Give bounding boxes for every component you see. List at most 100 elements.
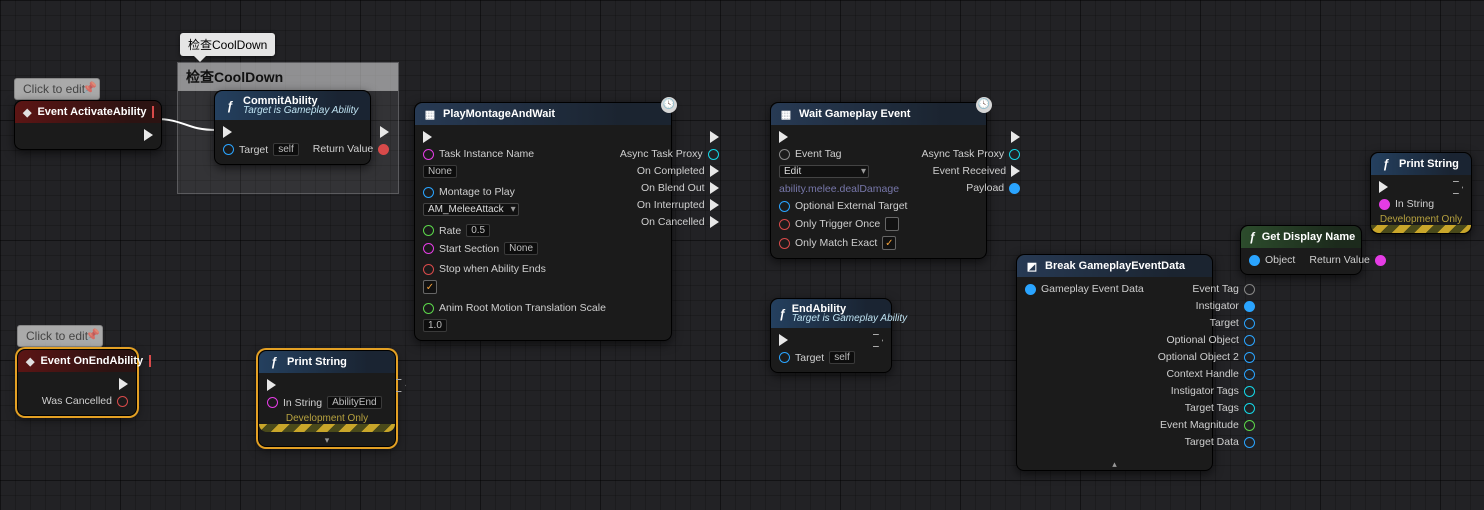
event-tag-dropdown[interactable]: Edit	[779, 165, 869, 178]
pin-event-tag[interactable]	[779, 149, 790, 160]
function-icon	[267, 355, 281, 369]
node-commit-ability[interactable]: CommitAbility Target is Gameplay Ability…	[214, 90, 371, 165]
exec-out[interactable]	[396, 379, 406, 392]
node-header: ▦ PlayMontageAndWait	[415, 103, 671, 125]
function-icon	[1249, 230, 1256, 244]
node-print-string-1[interactable]: Print String In String AbilityEnd Develo…	[258, 350, 396, 447]
exec-in[interactable]	[1379, 181, 1388, 193]
exec-in[interactable]	[267, 379, 276, 391]
pin-in-string[interactable]	[1379, 199, 1390, 210]
node-header: ◆ Event OnEndAbility	[18, 350, 136, 372]
collapse-chevron-icon[interactable]: ▴	[1017, 459, 1212, 470]
exec-out[interactable]	[119, 378, 128, 390]
latent-icon: ▦	[779, 107, 793, 121]
node-end-ability[interactable]: EndAbility Target is Gameplay Ability Ta…	[770, 298, 892, 373]
pin-optional-object-2[interactable]	[1244, 352, 1255, 363]
node-subtitle: Target is Gameplay Ability	[243, 105, 358, 116]
exec-out[interactable]	[1011, 131, 1020, 143]
exec-in[interactable]	[223, 126, 232, 138]
pin-payload[interactable]	[1009, 183, 1020, 194]
node-header: ◆ Event ActivateAbility	[15, 101, 161, 123]
match-exact-checkbox[interactable]: ✓	[882, 236, 896, 250]
exec-out[interactable]	[144, 129, 153, 141]
pin-was-cancelled[interactable]	[117, 396, 128, 407]
function-icon	[223, 99, 237, 113]
exec-on-cancelled[interactable]	[710, 216, 719, 228]
comment-hint-top[interactable]: Click to edit 📌	[14, 78, 100, 100]
pin-target[interactable]	[779, 352, 790, 363]
pin-instigator-tags[interactable]	[1244, 386, 1255, 397]
event-icon: ◆	[23, 105, 31, 119]
pin-optional-object[interactable]	[1244, 335, 1255, 346]
pin-target[interactable]	[223, 144, 234, 155]
pin-optional-external[interactable]	[779, 201, 790, 212]
exec-out[interactable]	[1453, 181, 1463, 194]
pin-in-string[interactable]	[267, 397, 278, 408]
montage-asset-dropdown[interactable]: AM_MeleeAttack	[423, 203, 519, 216]
pin-rate[interactable]	[423, 225, 434, 236]
pin-trigger-once[interactable]	[779, 219, 790, 230]
blueprint-graph[interactable]: { "comments": { "cooldown_bubble": "检查Co…	[0, 0, 1484, 510]
expand-chevron-icon[interactable]: ▾	[259, 435, 395, 446]
pin-object[interactable]	[1249, 255, 1260, 266]
stop-on-end-checkbox[interactable]: ✓	[423, 280, 437, 294]
pin-start-section[interactable]	[423, 243, 434, 254]
node-get-display-name[interactable]: Get Display Name Object Return Value	[1240, 225, 1362, 275]
pin-instigator[interactable]	[1244, 301, 1255, 312]
pin-async-proxy[interactable]	[708, 149, 719, 160]
node-title: Get Display Name	[1262, 231, 1356, 243]
break-icon: ◩	[1025, 259, 1039, 273]
comment-hint-bottom[interactable]: Click to edit 📌	[17, 325, 103, 347]
exec-on-completed[interactable]	[710, 165, 719, 177]
node-event-on-end-ability[interactable]: ◆ Event OnEndAbility Was Cancelled	[17, 349, 137, 416]
pin-stop-on-end[interactable]	[423, 264, 434, 275]
node-play-montage-and-wait[interactable]: 🕓 ▦ PlayMontageAndWait Task Instance Nam…	[414, 102, 672, 341]
function-icon	[1379, 157, 1393, 171]
node-title: Event OnEndAbility	[40, 355, 143, 367]
pin-target-tags[interactable]	[1244, 403, 1255, 414]
pin-icon: 📌	[85, 328, 100, 342]
pin-event-magnitude[interactable]	[1244, 420, 1255, 431]
node-header: CommitAbility Target is Gameplay Ability	[215, 91, 370, 120]
exec-in[interactable]	[423, 131, 432, 143]
node-break-gameplay-event-data[interactable]: ◩ Break GameplayEventData Gameplay Event…	[1016, 254, 1213, 471]
pin-context-handle[interactable]	[1244, 369, 1255, 380]
cooldown-comment-bubble[interactable]: 检查CoolDown	[180, 33, 275, 56]
node-header: ◩ Break GameplayEventData	[1017, 255, 1212, 277]
pin-match-exact[interactable]	[779, 238, 790, 249]
pin-event-tag[interactable]	[1244, 284, 1255, 295]
exec-in[interactable]	[779, 334, 788, 346]
event-icon: ◆	[26, 354, 34, 368]
delegate-pin[interactable]	[149, 355, 151, 367]
pin-anim-root[interactable]	[423, 303, 434, 314]
exec-out[interactable]	[710, 131, 719, 143]
dev-only-label: Development Only	[259, 413, 395, 424]
pin-target[interactable]	[1244, 318, 1255, 329]
pin-async-proxy[interactable]	[1009, 149, 1020, 160]
exec-on-blend-out[interactable]	[710, 182, 719, 194]
node-header: EndAbility Target is Gameplay Ability	[771, 299, 891, 328]
dev-stripe	[1371, 225, 1471, 233]
pin-return-value[interactable]	[378, 144, 389, 155]
node-header: Get Display Name	[1241, 226, 1361, 248]
exec-out[interactable]	[873, 334, 883, 347]
pin-return-value[interactable]	[1375, 255, 1386, 266]
node-title: Print String	[287, 356, 347, 368]
pin-montage-to-play[interactable]	[423, 187, 434, 198]
delegate-pin[interactable]	[152, 106, 154, 118]
node-header: Print String	[259, 351, 395, 373]
node-event-activate-ability[interactable]: ◆ Event ActivateAbility	[14, 100, 162, 150]
exec-event-received[interactable]	[1011, 165, 1020, 177]
exec-out[interactable]	[380, 126, 389, 138]
node-wait-gameplay-event[interactable]: 🕓 ▦ Wait Gameplay Event Event Tag Edit a…	[770, 102, 987, 259]
node-print-string-2[interactable]: Print String In String Development Only	[1370, 152, 1472, 234]
node-title: PlayMontageAndWait	[443, 108, 555, 120]
pin-task-instance-name[interactable]	[423, 149, 434, 160]
trigger-once-checkbox[interactable]	[885, 217, 899, 231]
exec-in[interactable]	[779, 131, 788, 143]
pin-target-data[interactable]	[1244, 437, 1255, 448]
dev-only-label: Development Only	[1371, 214, 1471, 225]
function-icon	[779, 307, 786, 321]
exec-on-interrupted[interactable]	[710, 199, 719, 211]
pin-event-data-in[interactable]	[1025, 284, 1036, 295]
